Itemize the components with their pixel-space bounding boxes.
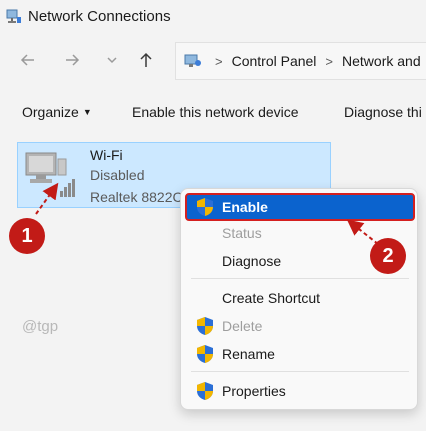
uac-shield-icon: [197, 345, 213, 363]
menu-label-enable: Enable: [222, 199, 268, 215]
diagnose-connection-button[interactable]: Diagnose thi: [344, 104, 422, 120]
menu-item-delete: Delete: [185, 312, 415, 340]
back-arrow-icon[interactable]: [16, 48, 40, 72]
control-panel-icon: [184, 54, 201, 67]
title-bar: Network Connections: [0, 0, 426, 32]
breadcrumb-separator: >: [325, 53, 334, 69]
menu-item-create-shortcut[interactable]: Create Shortcut: [185, 284, 415, 312]
callout-badge-2: 2: [370, 238, 406, 274]
menu-item-properties[interactable]: Properties: [185, 377, 415, 405]
menu-label-create-shortcut: Create Shortcut: [222, 290, 321, 306]
window-title: Network Connections: [28, 7, 171, 25]
menu-label-rename: Rename: [222, 346, 275, 362]
menu-label-status: Status: [222, 225, 262, 241]
caret-down-icon: ▼: [82, 107, 92, 117]
navigation-bar: > Control Panel > Network and: [0, 40, 426, 80]
connection-status: Disabled: [90, 167, 145, 183]
watermark: @tgp: [22, 318, 59, 335]
address-bar[interactable]: > Control Panel > Network and: [175, 42, 426, 80]
breadcrumb-network[interactable]: Network and: [342, 53, 421, 69]
menu-label-properties: Properties: [222, 383, 286, 399]
organize-label: Organize: [22, 104, 79, 120]
menu-item-enable[interactable]: Enable: [185, 193, 415, 221]
menu-separator: [191, 278, 409, 279]
callout-badge-1: 1: [9, 218, 45, 254]
uac-shield-icon: [197, 382, 213, 400]
organize-button[interactable]: Organize ▼: [22, 104, 92, 120]
up-arrow-icon[interactable]: [134, 48, 158, 72]
menu-item-rename[interactable]: Rename: [185, 340, 415, 368]
network-connections-icon: [6, 9, 21, 23]
connection-adapter: Realtek 8822C: [90, 189, 183, 205]
uac-shield-icon: [197, 317, 213, 335]
chevron-down-icon[interactable]: [100, 48, 124, 72]
menu-label-diagnose: Diagnose: [222, 253, 282, 269]
forward-arrow-icon[interactable]: [60, 48, 84, 72]
enable-network-device-button[interactable]: Enable this network device: [132, 104, 299, 120]
uac-shield-icon: [197, 198, 213, 216]
command-bar: Organize ▼ Enable this network device Dia…: [0, 96, 426, 132]
breadcrumb-control-panel[interactable]: Control Panel: [232, 53, 317, 69]
menu-separator: [191, 371, 409, 372]
wifi-adapter-icon: [25, 152, 75, 197]
connection-name: Wi-Fi: [90, 147, 123, 163]
menu-label-delete: Delete: [222, 318, 263, 334]
breadcrumb-separator: >: [215, 53, 223, 69]
context-menu: Enable Status Diagnose Create Shortcut D…: [180, 188, 418, 410]
